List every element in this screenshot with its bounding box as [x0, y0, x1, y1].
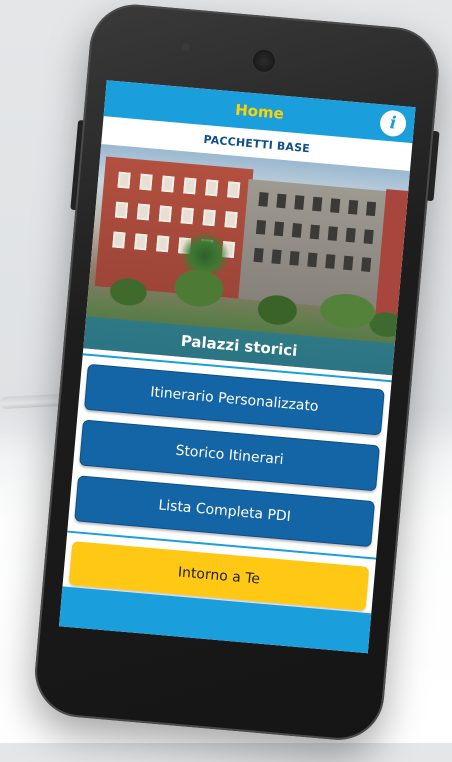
- info-icon[interactable]: i: [378, 109, 408, 138]
- phone-mockup: Home i PACCHETTI BASE Palazzi storici It…: [0, 0, 452, 762]
- app-screen: Home i PACCHETTI BASE Palazzi storici It…: [58, 80, 416, 654]
- hero-card-palazzi-storici[interactable]: Palazzi storici: [83, 144, 410, 376]
- camera-icon: [181, 42, 191, 52]
- page-title: Home: [234, 100, 285, 123]
- phone-body: Home i PACCHETTI BASE Palazzi storici It…: [31, 0, 443, 744]
- speaker-icon: [249, 46, 279, 76]
